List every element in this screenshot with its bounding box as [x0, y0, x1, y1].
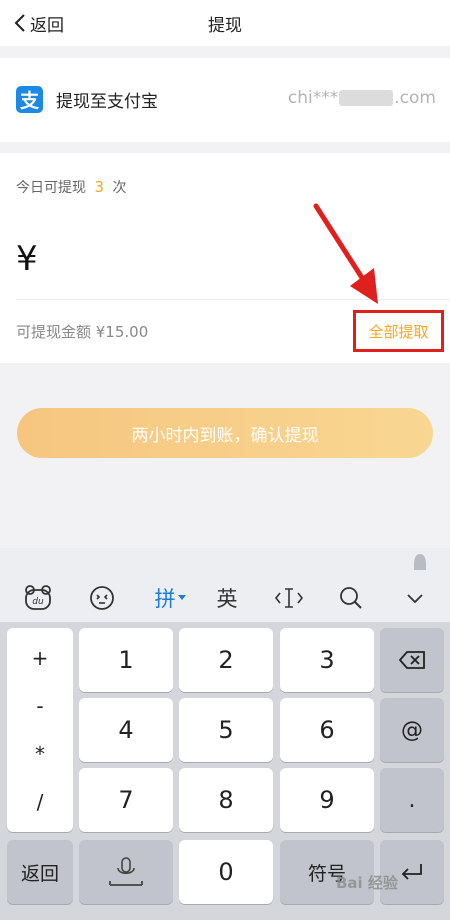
hide-keyboard-chevron-icon[interactable] [400, 584, 430, 612]
key-1[interactable]: 1 [79, 628, 173, 692]
daily-limit-count: 3 [94, 178, 104, 196]
keyboard: du 拼 英 + - * / 1 2 3 4 5 6 @ 7 8 9 . 返回 … [0, 548, 450, 920]
backspace-icon [399, 651, 425, 669]
divide-key[interactable]: / [7, 790, 73, 814]
available-amount: 可提现金额 ¥15.00 [16, 323, 149, 341]
daily-limit-text: 今日可提现 3 次 [16, 177, 126, 197]
daily-limit-suffix: 次 [112, 180, 127, 196]
enter-icon [401, 864, 422, 880]
annotation-arrow-icon [313, 203, 378, 304]
minus-key[interactable]: - [7, 694, 73, 718]
key-3[interactable]: 3 [280, 628, 374, 692]
alipay-icon: 支 [16, 86, 43, 113]
return-key[interactable]: 返回 [7, 840, 73, 904]
daily-limit-prefix: 今日可提现 [16, 180, 86, 196]
search-icon[interactable] [336, 584, 366, 612]
baidu-du-icon[interactable]: du [22, 584, 54, 612]
key-5[interactable]: 5 [179, 698, 273, 762]
page-title: 提现 [208, 16, 242, 36]
cursor-move-icon[interactable] [272, 584, 306, 612]
key-7[interactable]: 7 [79, 768, 173, 832]
svg-text:du: du [32, 597, 44, 607]
email-prefix: chi*** [287, 88, 339, 108]
key-0[interactable]: 0 [179, 840, 273, 904]
email-suffix: .com [394, 88, 436, 108]
key-4[interactable]: 4 [79, 698, 173, 762]
delete-key[interactable] [380, 628, 444, 692]
dot-key[interactable]: . [380, 768, 444, 832]
account-email: chi*** .com [288, 88, 436, 108]
email-redaction [339, 90, 394, 106]
at-key[interactable]: @ [380, 698, 444, 762]
currency-symbol: ¥ [16, 239, 38, 279]
english-mode-button[interactable]: 英 [210, 584, 244, 612]
key-2[interactable]: 2 [179, 628, 273, 692]
multiply-key[interactable]: * [7, 742, 73, 766]
withdraw-account-row[interactable]: 支 提现至支付宝 chi*** .com [0, 58, 450, 142]
microphone-icon [109, 857, 143, 886]
nav-bar: 返回 提现 [0, 0, 450, 46]
keyboard-toolbar: du 拼 英 [0, 548, 450, 622]
withdraw-all-button[interactable]: 全部提取 [353, 310, 444, 352]
handle-icon [414, 554, 426, 570]
key-9[interactable]: 9 [280, 768, 374, 832]
watermark: Bai 经验 [336, 874, 398, 892]
account-label: 提现至支付宝 [56, 92, 158, 112]
caret-down-icon [177, 595, 186, 600]
key-6[interactable]: 6 [280, 698, 374, 762]
pinyin-label: 拼 [154, 587, 176, 611]
voice-key[interactable] [79, 840, 173, 904]
pinyin-mode-button[interactable]: 拼 [148, 584, 192, 612]
confirm-withdraw-button[interactable]: 两小时内到账，确认提现 [17, 408, 433, 458]
symbols-column[interactable]: + - * / [7, 628, 73, 832]
key-8[interactable]: 8 [179, 768, 273, 832]
plus-key[interactable]: + [7, 646, 73, 670]
emoji-icon[interactable] [86, 584, 118, 612]
